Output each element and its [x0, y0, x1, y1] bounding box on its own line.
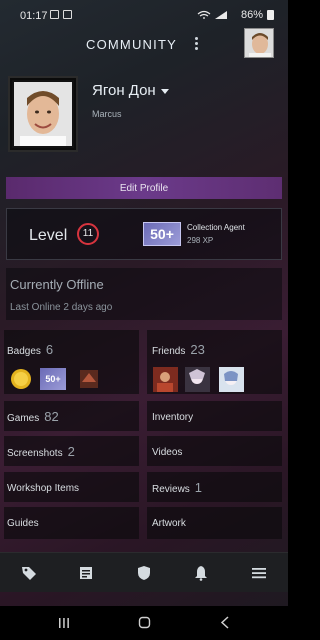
games-count: 82	[44, 409, 59, 424]
workshop-label: Workshop Items	[7, 483, 80, 494]
level-badge-icon: 50+	[40, 368, 66, 390]
shield-icon[interactable]	[135, 565, 153, 581]
screenshots-label: Screenshots 2	[7, 444, 75, 459]
level-number: 11	[77, 223, 99, 245]
friends-tile[interactable]: Friends 23	[147, 330, 282, 394]
header-avatar[interactable]	[244, 28, 274, 58]
caret-down-icon	[160, 88, 169, 94]
friend-avatar-icon	[153, 367, 178, 392]
inventory-label: Inventory	[152, 412, 194, 423]
badges-tile[interactable]: Badges 6 50+	[4, 330, 139, 394]
game-badge-icon	[80, 370, 98, 388]
inventory-tile[interactable]: Inventory	[147, 401, 282, 431]
badges-count: 6	[45, 342, 54, 357]
battery-percent: 86%	[240, 9, 263, 21]
profile-avatar[interactable]	[8, 76, 78, 152]
edit-profile-button[interactable]: Edit Profile	[6, 177, 282, 199]
battery-icon	[267, 10, 274, 20]
system-icons: 86%	[197, 9, 274, 21]
profile-name-dropdown[interactable]: Ягон Дон	[92, 82, 169, 99]
system-navigation-bar	[0, 606, 288, 640]
featured-badge: 50+	[143, 222, 181, 246]
friend-avatar-icon	[219, 367, 244, 392]
profile-real-name: Marcus	[92, 109, 122, 119]
avatar-face-icon	[245, 29, 273, 57]
screenshots-count: 2	[67, 444, 75, 459]
profile-photo	[14, 82, 72, 146]
page-title: COMMUNITY	[86, 37, 177, 52]
profile-name: Ягон Дон	[92, 82, 156, 99]
reviews-count: 1	[194, 480, 203, 495]
videos-tile[interactable]: Videos	[147, 436, 282, 466]
workshop-tile[interactable]: Workshop Items	[4, 472, 139, 502]
back-icon[interactable]	[220, 616, 230, 629]
community-profile-screen: 01:17 86% COMMUNITY Ягон Дон Marcus Edit…	[0, 0, 288, 640]
recent-apps-icon[interactable]	[58, 617, 70, 629]
notification-icons	[50, 10, 72, 19]
last-online: Last Online 2 days ago	[10, 302, 113, 313]
guides-tile[interactable]: Guides	[4, 507, 139, 539]
friends-label: Friends 23	[152, 342, 205, 357]
status-time: 01:17	[20, 10, 48, 22]
badges-label: Badges 6	[7, 342, 54, 357]
more-options-icon[interactable]	[192, 37, 200, 53]
bottom-navigation	[0, 552, 288, 592]
badge-title: Collection Agent	[187, 223, 245, 232]
artwork-tile[interactable]: Artwork	[147, 507, 282, 539]
tag-icon[interactable]	[20, 565, 38, 581]
online-status-panel: Currently Offline Last Online 2 days ago	[6, 268, 282, 320]
artwork-label: Artwork	[152, 518, 186, 529]
level-panel[interactable]: Level 11 50+ Collection Agent 298 XP	[6, 208, 282, 260]
videos-label: Videos	[152, 447, 183, 458]
guides-label: Guides	[7, 518, 39, 529]
home-icon[interactable]	[138, 616, 151, 629]
check-notification-icon	[63, 10, 72, 19]
level-label: Level	[29, 227, 68, 244]
bell-icon[interactable]	[192, 565, 210, 581]
reviews-tile[interactable]: Reviews 1	[147, 472, 282, 502]
coin-badge-icon	[11, 369, 31, 389]
reviews-label: Reviews 1	[152, 480, 203, 495]
screenshots-tile[interactable]: Screenshots 2	[4, 436, 139, 466]
image-notification-icon	[50, 10, 59, 19]
friends-count: 23	[190, 342, 205, 357]
news-icon[interactable]	[77, 565, 95, 581]
badge-xp: 298 XP	[187, 236, 214, 245]
menu-icon[interactable]	[250, 565, 268, 581]
friend-avatar-icon	[185, 367, 210, 392]
games-label: Games 82	[7, 409, 59, 424]
signal-wifi-icon	[197, 10, 227, 19]
status-title: Currently Offline	[10, 277, 104, 292]
games-tile[interactable]: Games 82	[4, 401, 139, 431]
